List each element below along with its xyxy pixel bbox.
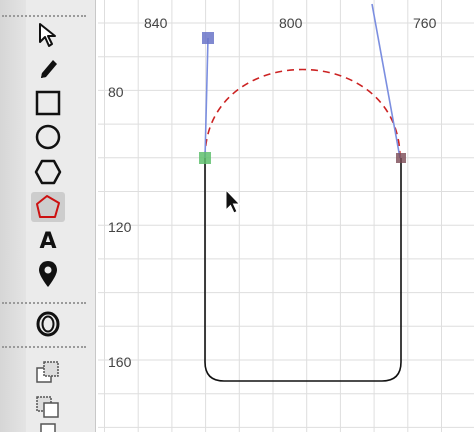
text-a-icon: A xyxy=(39,228,57,254)
zoom-tool-button[interactable] xyxy=(31,309,65,339)
drawing-canvas[interactable]: 840 800 760 80 120 160 xyxy=(98,0,474,432)
group-stack-3-button[interactable] xyxy=(31,422,65,432)
mouse-cursor-icon xyxy=(225,188,241,214)
toolbar-separator xyxy=(2,15,86,17)
canvas-surface[interactable] xyxy=(98,0,474,432)
pentagon-path-icon xyxy=(36,195,60,218)
arrow-pointer-icon xyxy=(39,23,56,47)
control-point-handle[interactable] xyxy=(202,32,214,44)
stack-layers-icon xyxy=(36,361,59,383)
toolbar-separator xyxy=(2,302,86,304)
ruler-top-label-800: 800 xyxy=(279,15,303,31)
control-handle-line-right xyxy=(371,3,401,159)
stack-layers-partial-icon xyxy=(40,423,56,432)
group-stack-2-button[interactable] xyxy=(31,392,65,422)
ellipse-tool-button[interactable] xyxy=(31,122,65,152)
ruler-left-label-80: 80 xyxy=(108,84,124,100)
ruler-top-label-840: 840 xyxy=(144,15,168,31)
square-outline-icon xyxy=(35,90,61,116)
rectangle-tool-button[interactable] xyxy=(31,88,65,118)
marker-tool-button[interactable] xyxy=(31,259,65,289)
circle-outline-icon xyxy=(35,124,61,150)
hexagon-outline-icon xyxy=(34,159,62,185)
toolbar-separator xyxy=(2,346,86,348)
ruler-top-label-760: 760 xyxy=(413,15,437,31)
pencil-icon xyxy=(41,60,57,78)
grid-lines xyxy=(98,0,474,432)
polygon-tool-button[interactable] xyxy=(31,157,65,187)
zoom-ring-icon xyxy=(36,311,60,337)
anchor-point-end[interactable] xyxy=(396,153,406,163)
stack-layers-alt-icon xyxy=(36,396,59,418)
pencil-tool-button[interactable] xyxy=(31,54,65,84)
ruler-left-label-160: 160 xyxy=(108,354,132,370)
path-preview-curve xyxy=(204,68,401,159)
anchor-point-start[interactable] xyxy=(199,152,211,164)
map-pin-icon xyxy=(39,261,57,287)
path-tool-button[interactable] xyxy=(31,192,65,222)
group-stack-1-button[interactable] xyxy=(31,357,65,387)
ruler-left-label-120: 120 xyxy=(108,219,132,235)
panel-strip xyxy=(0,0,26,432)
text-tool-button[interactable]: A xyxy=(31,226,65,256)
tools-panel: A xyxy=(0,0,96,432)
select-tool-button[interactable] xyxy=(31,20,65,50)
